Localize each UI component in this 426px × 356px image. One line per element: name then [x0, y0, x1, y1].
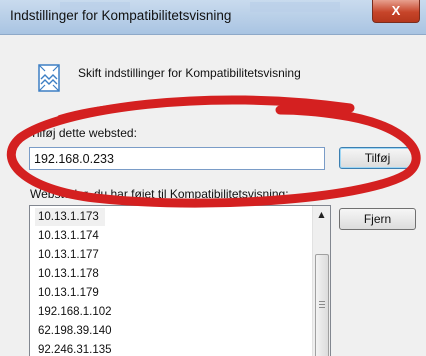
- add-button[interactable]: Tilføj: [339, 147, 416, 169]
- list-item[interactable]: 62.198.39.140: [38, 322, 112, 340]
- list-item[interactable]: 10.13.1.173: [35, 208, 105, 226]
- dialog-header-text: Skift indstillinger for Kompatibilitetsv…: [78, 66, 301, 80]
- scroll-up-arrow-icon[interactable]: ▲: [314, 207, 329, 223]
- sites-list[interactable]: 10.13.1.173 10.13.1.174 10.13.1.177 10.1…: [29, 205, 331, 356]
- title-bar: Indstillinger for Kompatibilitetsvisning…: [0, 0, 426, 35]
- scroll-grip-icon: [319, 304, 325, 305]
- list-scrollbar[interactable]: ▲: [312, 206, 330, 356]
- list-item[interactable]: 10.13.1.178: [38, 265, 99, 283]
- list-item[interactable]: 10.13.1.179: [38, 284, 99, 302]
- dialog-title: Indstillinger for Kompatibilitetsvisning: [10, 8, 232, 23]
- add-site-label: Tilføj dette websted:: [30, 126, 137, 140]
- background-window-ghost: [250, 2, 340, 12]
- add-site-input[interactable]: [29, 147, 325, 170]
- list-item[interactable]: 10.13.1.174: [38, 227, 99, 245]
- list-item[interactable]: 10.13.1.177: [38, 246, 99, 264]
- scroll-grip-icon: [319, 307, 325, 308]
- scroll-thumb[interactable]: [315, 254, 329, 356]
- sites-list-label: Websteder, du har føjet til Kompatibilit…: [30, 187, 289, 201]
- list-item[interactable]: 192.168.1.102: [38, 303, 112, 321]
- remove-button[interactable]: Fjern: [339, 208, 416, 230]
- close-button[interactable]: X: [372, 0, 420, 23]
- list-item[interactable]: 92.246.31.135: [38, 341, 112, 356]
- scroll-grip-icon: [319, 301, 325, 302]
- compatibility-view-icon: [38, 64, 60, 92]
